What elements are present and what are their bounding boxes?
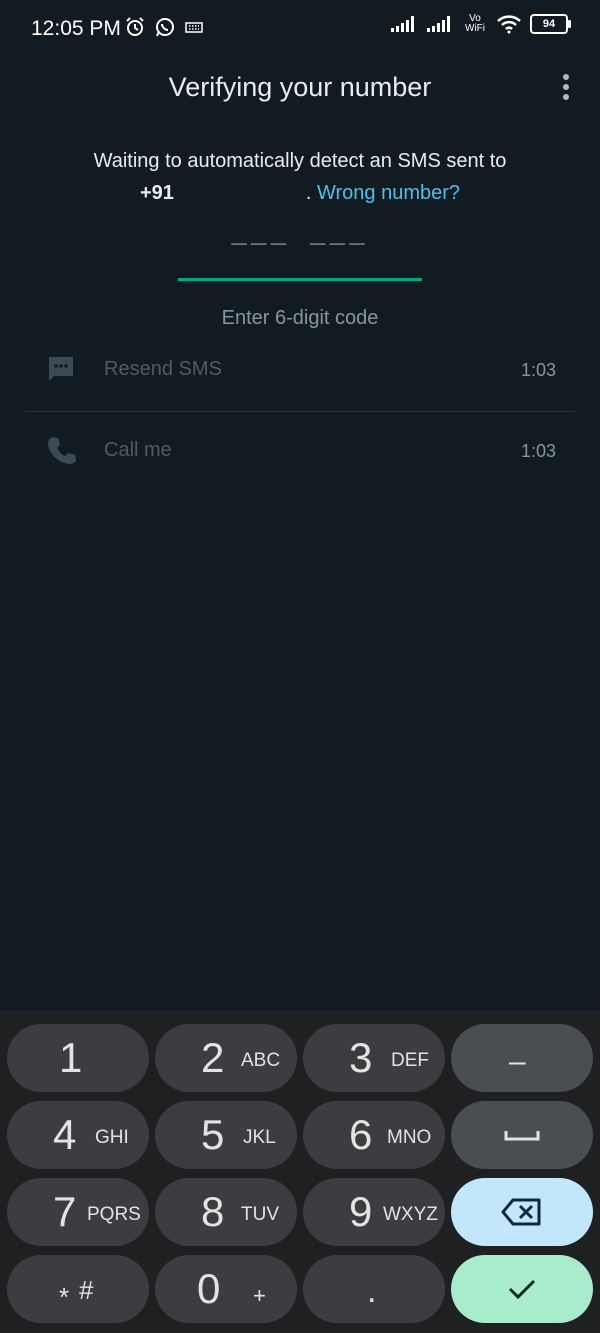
resend-sms-option[interactable]: Resend SMS 1:03: [0, 340, 600, 400]
vowifi-label: Vo WiFi: [465, 13, 485, 34]
key-3[interactable]: 3 DEF: [303, 1024, 445, 1092]
signal-icon: [391, 16, 414, 32]
key-5[interactable]: 5 JKL: [155, 1101, 297, 1169]
page-title: Verifying your number: [168, 72, 432, 102]
status-time: 12:05 PM: [31, 17, 121, 40]
key-period[interactable]: .: [303, 1255, 445, 1323]
space-icon: [504, 1131, 540, 1141]
verification-description: Waiting to automatically detect an SMS s…: [0, 145, 600, 209]
wrong-number-link[interactable]: Wrong number?: [317, 182, 460, 204]
more-options-icon[interactable]: [556, 74, 576, 102]
key-2[interactable]: 2 ABC: [155, 1024, 297, 1092]
code-hint: Enter 6-digit code: [221, 307, 379, 329]
resend-sms-label: Resend SMS: [104, 358, 222, 380]
phone-icon: [48, 437, 76, 464]
phone-line: +91. Wrong number?: [0, 177, 600, 209]
key-dash[interactable]: –: [451, 1024, 593, 1092]
checkmark-icon: [508, 1279, 536, 1300]
key-space[interactable]: [451, 1101, 593, 1169]
key-7[interactable]: 7 PQRS: [7, 1178, 149, 1246]
code-input[interactable]: ––– –––: [0, 228, 600, 258]
key-8[interactable]: 8 TUV: [155, 1178, 297, 1246]
resend-sms-timer: 1:03: [520, 360, 556, 380]
call-me-option[interactable]: Call me 1:03: [0, 421, 600, 481]
phone-separator: .: [305, 182, 312, 204]
whatsapp-icon: [156, 18, 174, 37]
status-bar: 12:05 PM Vo WiFi 94: [0, 0, 600, 44]
numeric-keypad: 1 2 ABC 3 DEF – 4 GHI 5 JKL 6 MNO 7 PQRS…: [0, 1010, 600, 1333]
system-icons: Vo WiFi 94: [390, 13, 571, 34]
alarm-icon: [126, 17, 144, 36]
keyboard-icon: [185, 22, 203, 33]
call-me-timer: 1:03: [520, 441, 556, 461]
signal-icon-2: [427, 16, 450, 32]
call-me-label: Call me: [104, 439, 172, 461]
country-code: +91: [139, 182, 174, 204]
key-9[interactable]: 9 WXYZ: [303, 1178, 445, 1246]
battery-indicator: 94: [530, 14, 571, 34]
done-key[interactable]: [451, 1255, 593, 1323]
code-input-underline: [178, 278, 422, 281]
backspace-icon: [501, 1198, 541, 1226]
key-4[interactable]: 4 GHI: [7, 1101, 149, 1169]
notification-icons: [124, 16, 204, 38]
description-text: Waiting to automatically detect an SMS s…: [93, 150, 507, 172]
message-icon: [49, 357, 73, 381]
options-divider: [25, 411, 575, 412]
wifi-icon: [497, 15, 521, 34]
backspace-key[interactable]: [451, 1178, 593, 1246]
key-1[interactable]: 1: [7, 1024, 149, 1092]
key-star-hash[interactable]: * #: [7, 1255, 149, 1323]
key-6[interactable]: 6 MNO: [303, 1101, 445, 1169]
key-0[interactable]: 0 +: [155, 1255, 297, 1323]
